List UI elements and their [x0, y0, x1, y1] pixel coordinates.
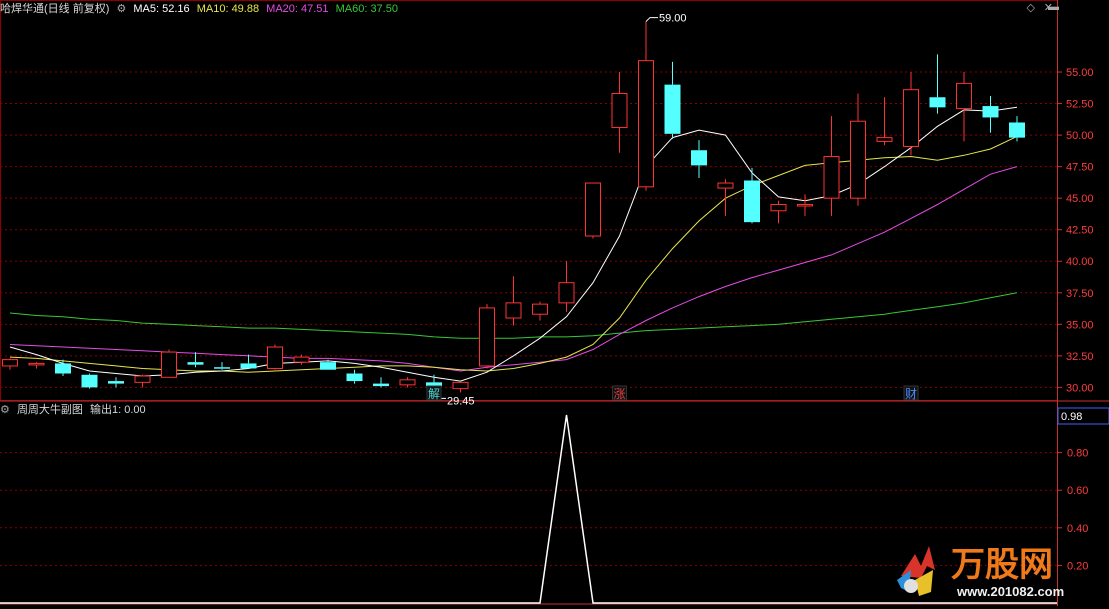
candle-up[interactable] [850, 120, 866, 199]
candle-down[interactable] [373, 383, 389, 387]
y-tick-label: 37.50 [1066, 288, 1094, 300]
main-panel-frame [0, 0, 1058, 401]
ma60-label: MA60: 37.50 [335, 3, 398, 15]
candle-up[interactable] [479, 307, 495, 367]
logo-emblem-icon [897, 546, 935, 596]
candle-up[interactable] [956, 82, 972, 110]
candle-up[interactable] [267, 346, 283, 369]
watermark-text: 万股网 [951, 545, 1053, 585]
high-price-label: 59.00 [659, 13, 687, 25]
candle-up[interactable] [797, 203, 813, 207]
candle-up[interactable] [452, 381, 469, 390]
ma-indicator-bar: 哈焊华通(日线 前复权) ⚙ MA5: 52.16 MA10: 49.88 MA… [0, 0, 402, 18]
event-marker[interactable]: 财 [905, 387, 917, 401]
sub-y-tick-label: 0.60 [1067, 485, 1088, 497]
y-tick-label: 50.00 [1066, 130, 1094, 142]
stock-chart[interactable]: 55.00 52.50 50.00 47.50 45.00 42.50 40.00 37.50… [0, 0, 1109, 606]
candle-down[interactable] [664, 84, 681, 134]
indicator-name[interactable]: 周周大牛副图 [17, 404, 83, 416]
candle-up[interactable] [532, 303, 548, 315]
ma10-label: MA10: 49.88 [196, 3, 260, 15]
candle-down[interactable] [346, 373, 363, 382]
low-price-label: 29.45 [447, 395, 475, 407]
candle-up[interactable] [161, 351, 177, 378]
candle-up[interactable] [611, 92, 628, 129]
candle-down[interactable] [55, 363, 71, 374]
settings-icon[interactable]: ⚙ [0, 404, 10, 416]
ma20-label: MA20: 47.51 [266, 3, 329, 15]
y-tick-label: 52.50 [1066, 99, 1094, 111]
diamond-icon[interactable]: ◇ [1027, 1, 1035, 14]
candle-down[interactable] [108, 381, 124, 384]
candle-down[interactable] [929, 97, 946, 108]
event-marker[interactable]: 解 [428, 387, 440, 401]
candle-down[interactable] [214, 367, 230, 369]
y-tick-label: 55.00 [1066, 67, 1094, 79]
y-tick-label: 42.50 [1066, 225, 1094, 237]
y-tick-label: 32.50 [1066, 351, 1094, 363]
candle-up[interactable] [876, 137, 893, 142]
candle-up[interactable] [28, 362, 45, 366]
high-pointer [645, 17, 658, 22]
candle-up[interactable] [134, 375, 151, 383]
candle-up[interactable] [558, 282, 575, 304]
candle-up[interactable] [293, 356, 310, 363]
candle-up[interactable] [585, 182, 601, 237]
candle-up[interactable] [505, 302, 522, 319]
stock-title[interactable]: 哈焊华通(日线 前复权) [0, 3, 109, 15]
sub-indicator-bar: ⚙ 周周大牛副图 输出1: 0.00 [0, 401, 150, 419]
candle-down[interactable] [187, 362, 204, 365]
candle-up[interactable] [399, 379, 416, 386]
candle-down[interactable] [691, 150, 707, 166]
candle-up[interactable] [717, 182, 734, 189]
candle-down[interactable] [81, 374, 98, 388]
candle-down[interactable] [982, 106, 999, 118]
event-marker[interactable]: 涨 [614, 386, 626, 401]
watermark-url: www.201082.com [956, 584, 1064, 599]
candle-down[interactable] [1009, 122, 1025, 138]
y-tick-label: 35.00 [1066, 319, 1094, 331]
candle-down[interactable] [320, 362, 336, 370]
candle-up[interactable] [823, 156, 840, 199]
candle-up[interactable] [770, 203, 787, 212]
sub-y-tick-label: 0.80 [1067, 448, 1088, 460]
candle-up[interactable] [2, 359, 18, 367]
sub-y-tick-label: 0.40 [1067, 523, 1088, 535]
ma5-label: MA5: 52.16 [133, 3, 190, 15]
y-tick-label: 47.50 [1066, 162, 1094, 174]
close-icon[interactable]: ✕ [1044, 1, 1053, 14]
settings-icon[interactable]: ⚙ [116, 3, 126, 15]
candle-up[interactable] [638, 60, 654, 188]
candle-down[interactable] [240, 363, 257, 369]
candle-down[interactable] [744, 180, 760, 223]
y-tick-label: 40.00 [1066, 256, 1094, 268]
candle-up[interactable] [903, 89, 919, 147]
y-tick-label: 45.00 [1066, 193, 1094, 205]
y-tick-label: 30.00 [1066, 382, 1094, 394]
output-value: 输出1: 0.00 [90, 404, 146, 416]
current-value-label: 0.98 [1061, 411, 1082, 423]
watermark-logo: 万股网 www.201082.com [891, 536, 1091, 604]
